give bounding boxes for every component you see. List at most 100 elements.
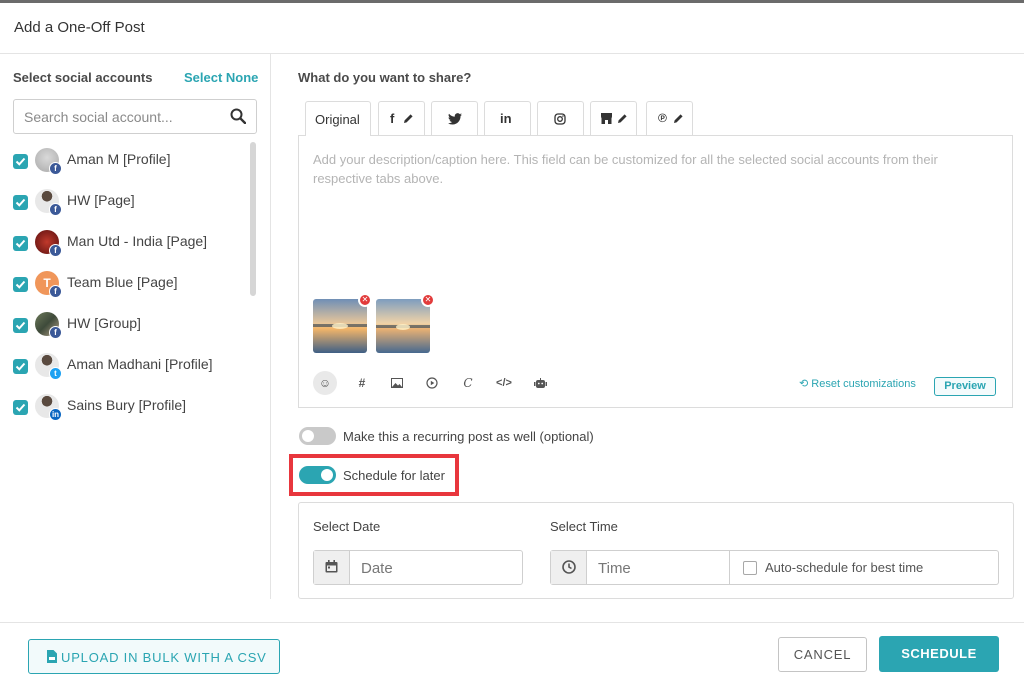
recurring-label: Make this a recurring post as well (opti…	[343, 429, 594, 444]
time-field	[550, 550, 730, 585]
caption-input[interactable]	[313, 150, 993, 198]
pencil-icon	[404, 114, 413, 123]
account-checkbox[interactable]	[13, 154, 28, 169]
avatar: t	[35, 353, 62, 380]
clock-icon	[562, 560, 576, 574]
tab-original[interactable]: Original	[305, 101, 371, 136]
select-none-link[interactable]: Select None	[184, 70, 258, 85]
recurring-toggle[interactable]	[299, 427, 336, 445]
account-checkbox[interactable]	[13, 195, 28, 210]
pencil-icon	[674, 114, 683, 123]
remove-image-2-button[interactable]: ✕	[421, 293, 435, 307]
bot-icon[interactable]	[528, 371, 552, 395]
checkmark-icon	[15, 403, 26, 412]
twitter-icon	[448, 113, 462, 125]
accounts-scrollbar[interactable]	[250, 142, 256, 296]
tab-google-business[interactable]	[590, 101, 637, 135]
pencil-icon	[618, 114, 627, 123]
preview-button[interactable]: Preview	[934, 377, 996, 396]
account-item[interactable]: T f Team Blue [Page]	[13, 271, 248, 301]
account-search	[13, 99, 257, 134]
attached-image[interactable]	[313, 299, 367, 353]
avatar: in	[35, 394, 62, 421]
reset-icon: ⟲	[799, 378, 812, 390]
tab-original-label: Original	[315, 112, 360, 127]
hashtag-icon[interactable]: #	[350, 371, 374, 395]
remove-image-1-button[interactable]: ✕	[358, 293, 372, 307]
caption-editor: ✕ ✕ ☺ # C </>	[298, 135, 1013, 408]
tab-instagram[interactable]	[537, 101, 584, 135]
calendar-icon	[325, 560, 338, 573]
account-item[interactable]: f HW [Group]	[13, 312, 248, 342]
facebook-icon: f	[49, 162, 62, 175]
account-item[interactable]: f HW [Page]	[13, 189, 248, 219]
avatar: f	[35, 189, 62, 216]
tab-facebook[interactable]: f	[378, 101, 425, 135]
instagram-icon	[554, 113, 566, 125]
video-icon[interactable]	[420, 371, 444, 395]
checkmark-icon	[15, 362, 26, 371]
date-field	[313, 550, 523, 585]
account-item[interactable]: f Aman M [Profile]	[13, 148, 248, 178]
google-business-icon	[601, 113, 612, 124]
network-tabs: Original f in ℗	[305, 101, 1011, 136]
account-name: HW [Group]	[67, 315, 141, 331]
account-item[interactable]: f Man Utd - India [Page]	[13, 230, 248, 260]
canva-icon[interactable]: C	[456, 371, 480, 395]
clock-addon	[551, 551, 587, 584]
dialog-title: Add a One-Off Post	[14, 19, 145, 36]
facebook-icon: f	[390, 111, 395, 126]
tab-pinterest[interactable]: ℗	[646, 101, 693, 135]
date-label: Select Date	[313, 519, 381, 534]
checkmark-icon	[15, 239, 26, 248]
reset-label: Reset customizations	[811, 378, 916, 390]
account-item[interactable]: t Aman Madhani [Profile]	[13, 353, 248, 383]
avatar: f	[35, 230, 62, 257]
facebook-icon: f	[49, 326, 62, 339]
checkmark-icon	[15, 321, 26, 330]
csv-file-icon	[47, 650, 57, 663]
avatar: f	[35, 312, 62, 339]
account-checkbox[interactable]	[13, 318, 28, 333]
checkmark-icon	[15, 157, 26, 166]
time-input[interactable]	[598, 558, 718, 578]
annotation-highlight	[289, 454, 459, 496]
toggle-knob	[302, 430, 314, 442]
auto-schedule-option: Auto-schedule for best time	[729, 550, 999, 585]
linkedin-icon: in	[49, 408, 62, 421]
time-label: Select Time	[550, 519, 618, 534]
date-input[interactable]	[361, 558, 511, 578]
tab-twitter[interactable]	[431, 101, 478, 135]
calendar-addon	[314, 551, 350, 584]
upload-csv-button[interactable]: UPLOAD IN BULK WITH A CSV	[28, 639, 280, 674]
auto-schedule-checkbox[interactable]	[743, 561, 757, 575]
tab-linkedin[interactable]: in	[484, 101, 531, 135]
upload-csv-label: UPLOAD IN BULK WITH A CSV	[61, 650, 267, 665]
dialog-header: Add a One-Off Post	[0, 3, 1024, 54]
attached-image[interactable]	[376, 299, 430, 353]
composer-heading: What do you want to share?	[298, 70, 472, 85]
code-icon[interactable]: </>	[492, 371, 516, 395]
emoji-icon[interactable]: ☺	[313, 371, 337, 395]
twitter-icon: t	[49, 367, 62, 380]
checkmark-icon	[15, 280, 26, 289]
account-name: HW [Page]	[67, 192, 135, 208]
facebook-icon: f	[49, 244, 62, 257]
accounts-panel: Select social accounts Select None f Ama…	[0, 54, 271, 599]
account-search-input[interactable]	[24, 107, 224, 127]
account-checkbox[interactable]	[13, 359, 28, 374]
cancel-button[interactable]: CANCEL	[778, 637, 867, 672]
schedule-button[interactable]: SCHEDULE	[879, 636, 999, 672]
account-checkbox[interactable]	[13, 400, 28, 415]
image-icon[interactable]	[385, 371, 409, 395]
auto-schedule-label: Auto-schedule for best time	[765, 560, 924, 575]
account-name: Aman Madhani [Profile]	[67, 356, 213, 372]
account-item[interactable]: in Sains Bury [Profile]	[13, 394, 248, 424]
reset-customizations-link[interactable]: ⟲ Reset customizations	[799, 377, 916, 390]
dialog-footer: UPLOAD IN BULK WITH A CSV CANCEL SCHEDUL…	[0, 622, 1024, 681]
account-checkbox[interactable]	[13, 236, 28, 251]
search-icon[interactable]	[230, 108, 246, 124]
account-checkbox[interactable]	[13, 277, 28, 292]
account-name: Aman M [Profile]	[67, 151, 171, 167]
accounts-heading: Select social accounts	[13, 70, 153, 85]
